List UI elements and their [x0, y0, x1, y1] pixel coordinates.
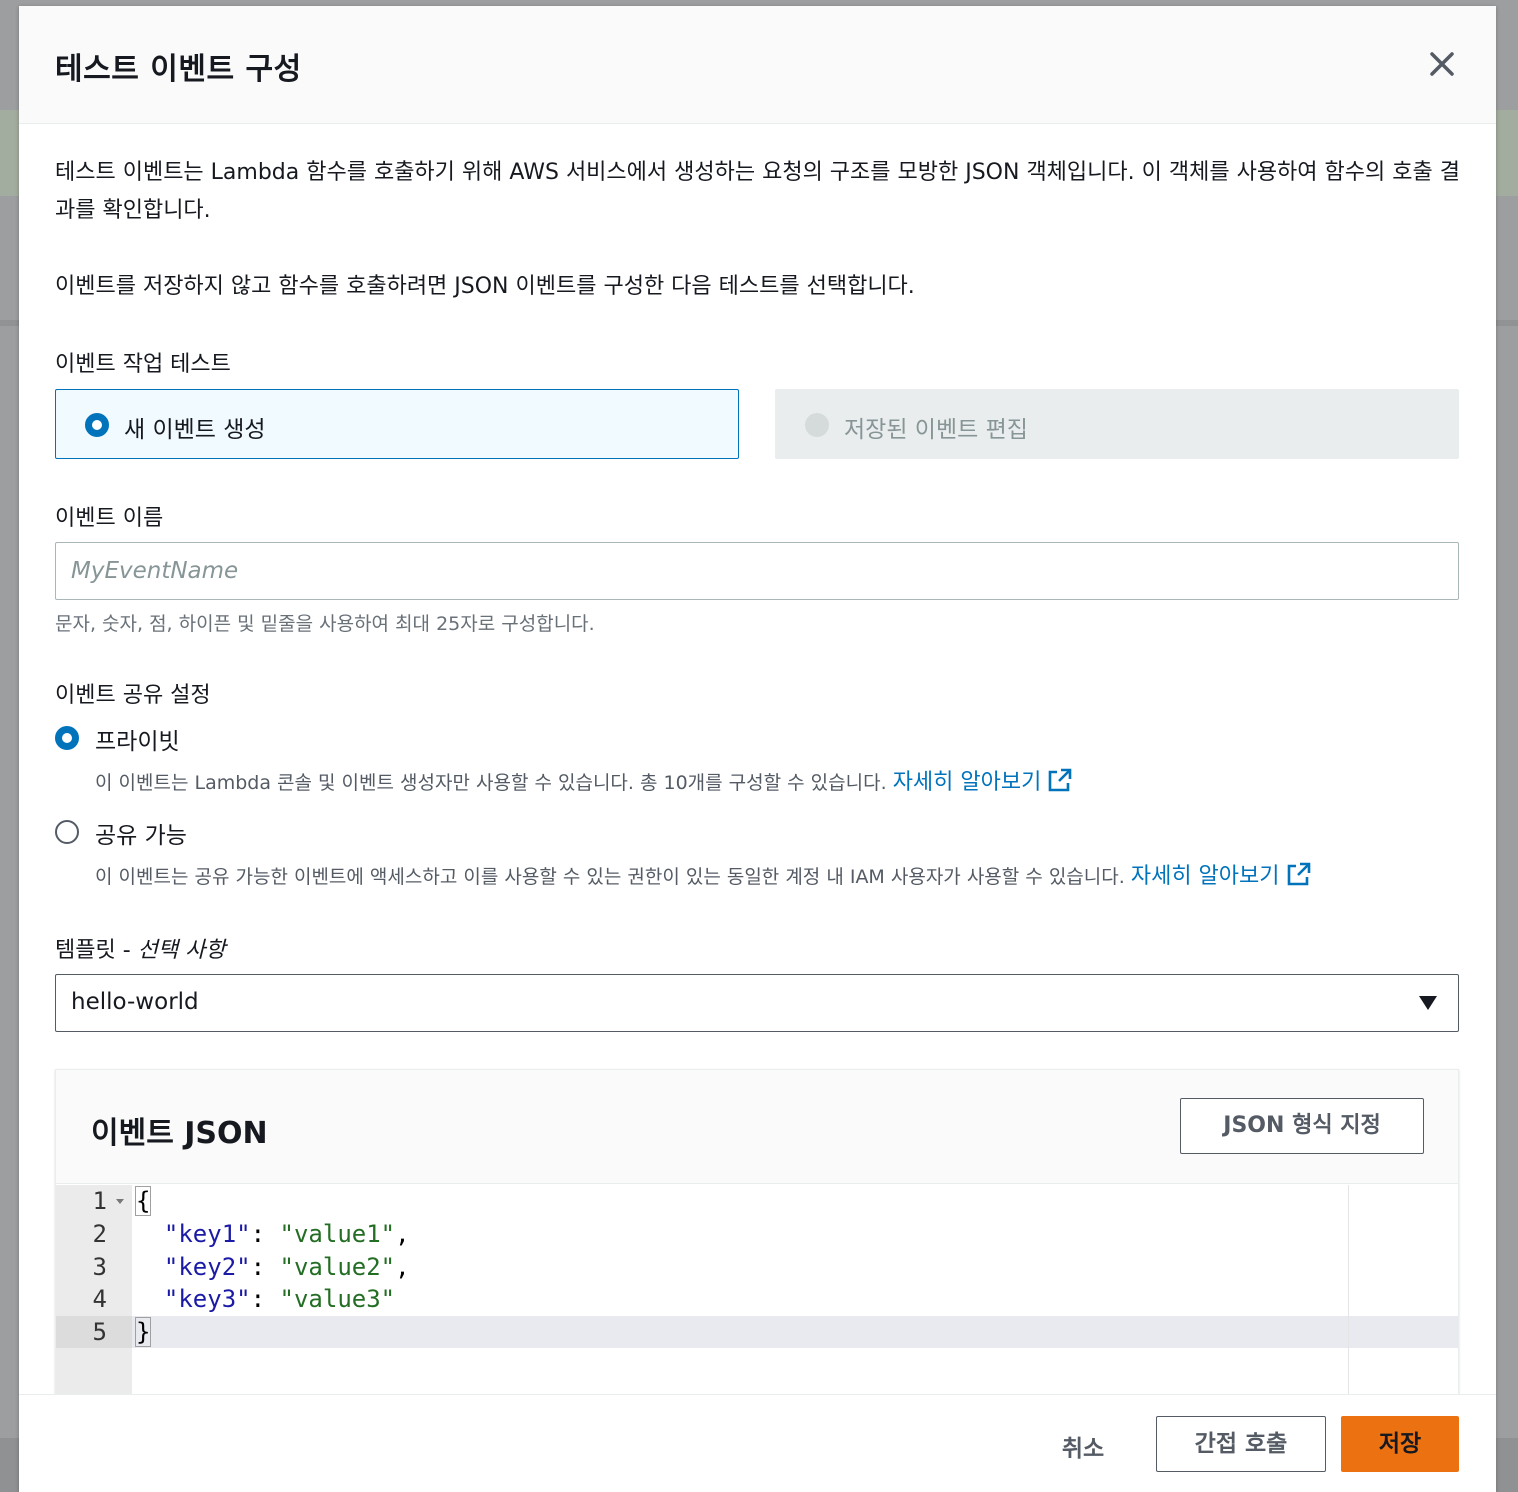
- template-label: 템플릿 - 선택 사항: [55, 932, 226, 964]
- private-description-text: 이 이벤트는 Lambda 콘솔 및 이벤트 생성자만 사용할 수 있습니다. …: [95, 772, 887, 794]
- learn-more-link-shareable-label: 자세히 알아보기: [1130, 864, 1280, 889]
- code-line: {: [135, 1185, 152, 1218]
- gutter-line: 3: [56, 1251, 132, 1284]
- template-optional-text: 선택 사항: [137, 938, 226, 963]
- line-number: 1: [92, 1187, 107, 1215]
- sharing-option-private-label: 프라이빗: [95, 729, 180, 755]
- radio-create-new-event[interactable]: [85, 413, 109, 437]
- code-line: "key2": "value2",: [163, 1253, 410, 1281]
- external-link-icon: [1287, 862, 1310, 886]
- gutter-line-active: 5: [56, 1316, 132, 1348]
- editor-code-area[interactable]: { "key1": "value1", "key2": "value2", "k…: [132, 1185, 1458, 1400]
- json-value: "value1": [279, 1220, 396, 1248]
- learn-more-link-shareable[interactable]: 자세히 알아보기: [1130, 862, 1312, 889]
- tile-edit-saved-event: 저장된 이벤트 편집: [775, 389, 1459, 459]
- template-label-text: 템플릿 -: [55, 938, 131, 963]
- learn-more-link-private[interactable]: 자세히 알아보기: [892, 768, 1074, 795]
- radio-edit-saved-event: [805, 413, 829, 437]
- print-margin: [1348, 1185, 1349, 1400]
- event-sharing-label: 이벤트 공유 설정: [55, 683, 211, 708]
- active-line-highlight: [132, 1316, 1458, 1348]
- line-number: 3: [92, 1253, 107, 1281]
- shareable-description-text: 이 이벤트는 공유 가능한 이벤트에 액세스하고 이를 사용할 수 있는 권한이…: [95, 866, 1125, 888]
- tile-create-new-event-label: 새 이벤트 생성: [124, 417, 266, 443]
- json-brace: }: [135, 1317, 152, 1347]
- caret-down-icon: [1419, 996, 1437, 1010]
- tile-create-new-event[interactable]: 새 이벤트 생성: [55, 389, 739, 459]
- code-line: }: [135, 1316, 152, 1349]
- json-comma: ,: [395, 1220, 410, 1248]
- json-code-editor[interactable]: 1 2 3 4 5 { "key1": "value1", "key2": "v…: [56, 1185, 1458, 1400]
- json-brace: {: [135, 1186, 152, 1216]
- event-name-hint: 문자, 숫자, 점, 하이픈 및 밑줄을 사용하여 최대 25자로 구성합니다.: [55, 613, 595, 635]
- event-name-input[interactable]: [55, 542, 1459, 600]
- json-key: "key1": [163, 1220, 251, 1248]
- gutter-line: 4: [56, 1283, 132, 1316]
- modal-description-secondary: 이벤트를 저장하지 않고 함수를 호출하려면 JSON 이벤트를 구성한 다음 …: [55, 274, 915, 299]
- learn-more-link-private-label: 자세히 알아보기: [892, 770, 1042, 795]
- format-json-button[interactable]: JSON 형식 지정: [1180, 1098, 1424, 1154]
- fold-arrow-icon[interactable]: [116, 1199, 124, 1204]
- modal-footer: 취소 간접 호출 저장: [19, 1394, 1496, 1492]
- event-json-panel: 이벤트 JSON JSON 형식 지정 1 2 3 4 5 { "key1": …: [55, 1069, 1459, 1400]
- close-icon: [1430, 52, 1454, 76]
- editor-gutter: 1 2 3 4 5: [56, 1185, 132, 1400]
- invoke-button[interactable]: 간접 호출: [1156, 1416, 1326, 1472]
- template-select-value: hello-world: [71, 989, 199, 1015]
- sharing-option-shareable-description: 이 이벤트는 공유 가능한 이벤트에 액세스하고 이를 사용할 수 있는 권한이…: [95, 858, 1312, 890]
- radio-shareable[interactable]: [55, 820, 79, 844]
- line-number: 2: [92, 1220, 107, 1248]
- event-json-title: 이벤트 JSON: [91, 1116, 268, 1151]
- gutter-line: 1: [56, 1185, 132, 1218]
- configure-test-event-modal: 테스트 이벤트 구성 테스트 이벤트는 Lambda 함수를 호출하기 위해 A…: [19, 6, 1496, 1492]
- close-button[interactable]: [1424, 46, 1460, 82]
- tile-edit-saved-event-label: 저장된 이벤트 편집: [844, 417, 1028, 443]
- cancel-button[interactable]: 취소: [1049, 1421, 1117, 1477]
- modal-header: 테스트 이벤트 구성: [19, 6, 1496, 124]
- line-number: 5: [92, 1318, 107, 1346]
- json-key: "key3": [163, 1285, 251, 1313]
- radio-private[interactable]: [55, 726, 79, 750]
- json-comma: ,: [395, 1253, 410, 1281]
- modal-description: 테스트 이벤트는 Lambda 함수를 호출하기 위해 AWS 서비스에서 생성…: [55, 160, 1460, 223]
- gutter-line: 2: [56, 1218, 132, 1251]
- event-name-label: 이벤트 이름: [55, 506, 164, 531]
- save-button[interactable]: 저장: [1341, 1416, 1459, 1472]
- json-value: "value3": [279, 1285, 396, 1313]
- code-line: "key1": "value1",: [163, 1220, 410, 1248]
- code-line: "key3": "value3": [163, 1285, 396, 1313]
- sharing-option-private-description: 이 이벤트는 Lambda 콘솔 및 이벤트 생성자만 사용할 수 있습니다. …: [95, 764, 1073, 796]
- template-select[interactable]: hello-world: [55, 974, 1459, 1032]
- json-key: "key2": [163, 1253, 251, 1281]
- line-number: 4: [92, 1285, 107, 1313]
- modal-title: 테스트 이벤트 구성: [55, 52, 302, 87]
- json-value: "value2": [279, 1253, 396, 1281]
- external-link-icon: [1049, 768, 1072, 792]
- event-action-label: 이벤트 작업 테스트: [55, 352, 231, 377]
- event-json-header: 이벤트 JSON JSON 형식 지정: [56, 1070, 1458, 1184]
- sharing-option-shareable-label: 공유 가능: [95, 823, 187, 849]
